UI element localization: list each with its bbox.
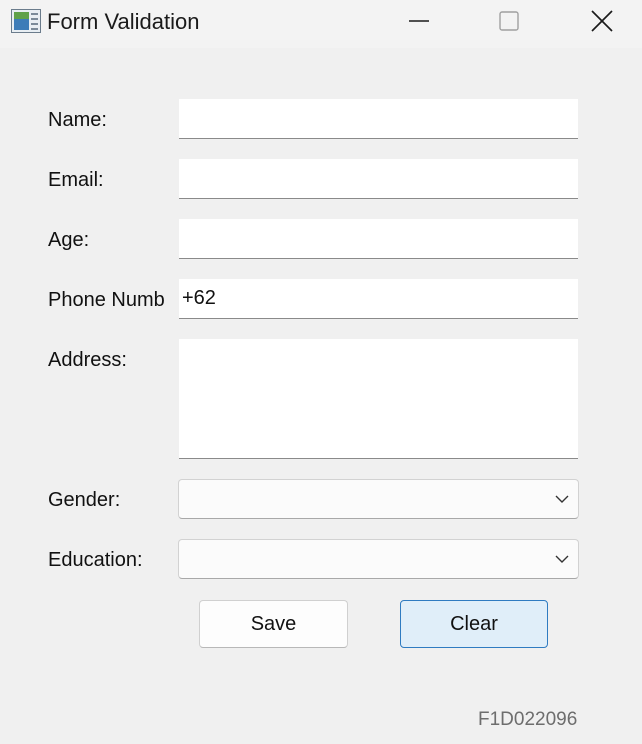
- education-dropdown[interactable]: [178, 539, 579, 579]
- chevron-down-icon: [555, 555, 569, 563]
- phone-number-label: Phone Numb: [48, 289, 165, 311]
- address-textarea[interactable]: [179, 339, 578, 459]
- minimize-icon: [409, 20, 429, 22]
- email-input[interactable]: [179, 159, 578, 199]
- phone-number-input[interactable]: [179, 279, 578, 319]
- gender-label: Gender:: [48, 489, 121, 511]
- title-bar: Form Validation: [0, 0, 642, 48]
- maximize-icon: [499, 11, 519, 31]
- close-icon: [591, 10, 613, 32]
- education-label: Education:: [48, 549, 143, 571]
- name-input[interactable]: [179, 99, 578, 139]
- student-id-label: F1D022096: [478, 709, 578, 730]
- age-label: Age:: [48, 229, 90, 251]
- minimize-button[interactable]: [396, 0, 442, 42]
- maximize-button[interactable]: [486, 0, 532, 42]
- window-title: Form Validation: [47, 9, 200, 34]
- form-app-icon: [11, 9, 41, 33]
- save-button[interactable]: Save: [199, 600, 348, 648]
- close-button[interactable]: [579, 0, 625, 42]
- name-label: Name:: [48, 109, 107, 131]
- form-validation-window: Form Validation Name: Email: Age: Phone …: [0, 0, 642, 744]
- chevron-down-icon: [555, 495, 569, 503]
- email-label: Email:: [48, 169, 104, 191]
- age-input[interactable]: [179, 219, 578, 259]
- address-label: Address:: [48, 349, 127, 371]
- gender-dropdown[interactable]: [178, 479, 579, 519]
- clear-button[interactable]: Clear: [400, 600, 548, 648]
